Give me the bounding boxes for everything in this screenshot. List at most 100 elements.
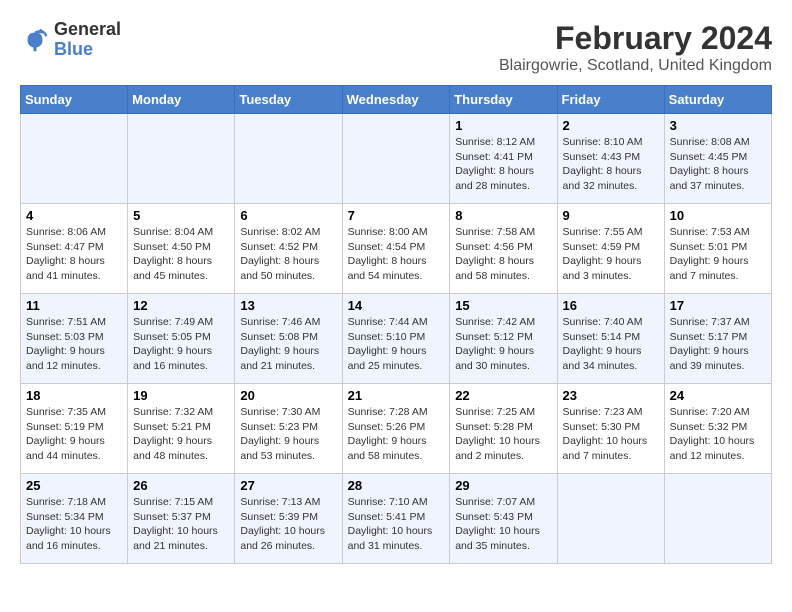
day-detail: Sunrise: 7:51 AM Sunset: 5:03 PM Dayligh…: [26, 315, 122, 374]
day-number: 16: [563, 298, 659, 313]
day-detail: Sunrise: 7:23 AM Sunset: 5:30 PM Dayligh…: [563, 405, 659, 464]
day-detail: Sunrise: 7:32 AM Sunset: 5:21 PM Dayligh…: [133, 405, 229, 464]
header-day-saturday: Saturday: [664, 86, 771, 114]
calendar-cell: 26 Sunrise: 7:15 AM Sunset: 5:37 PM Dayli…: [128, 474, 235, 564]
logo-line1: General: [54, 20, 121, 40]
calendar-cell: 19 Sunrise: 7:32 AM Sunset: 5:21 PM Dayli…: [128, 384, 235, 474]
header-day-sunday: Sunday: [21, 86, 128, 114]
calendar-cell: 21 Sunrise: 7:28 AM Sunset: 5:26 PM Dayli…: [342, 384, 450, 474]
day-detail: Sunrise: 7:37 AM Sunset: 5:17 PM Dayligh…: [670, 315, 766, 374]
header-day-wednesday: Wednesday: [342, 86, 450, 114]
calendar-cell: 14Sunrise: 7:44 AM Sunset: 5:10 PM Dayli…: [342, 294, 450, 384]
calendar-cell: 10Sunrise: 7:53 AM Sunset: 5:01 PM Dayli…: [664, 204, 771, 294]
calendar-cell: 13 Sunrise: 7:46 AM Sunset: 5:08 PM Dayli…: [235, 294, 342, 384]
day-number: 12: [133, 298, 229, 313]
calendar-cell: 24 Sunrise: 7:20 AM Sunset: 5:32 PM Dayli…: [664, 384, 771, 474]
calendar-cell: 1 Sunrise: 8:12 AM Sunset: 4:41 PM Daylig…: [450, 114, 557, 204]
week-row-5: 25 Sunrise: 7:18 AM Sunset: 5:34 PM Dayli…: [21, 474, 772, 564]
calendar-cell: [664, 474, 771, 564]
day-detail: Sunrise: 7:49 AM Sunset: 5:05 PM Dayligh…: [133, 315, 229, 374]
day-detail: Sunrise: 7:30 AM Sunset: 5:23 PM Dayligh…: [240, 405, 336, 464]
day-number: 21: [348, 388, 445, 403]
day-detail: Sunrise: 7:58 AM Sunset: 4:56 PM Dayligh…: [455, 225, 551, 284]
day-number: 1: [455, 118, 551, 133]
calendar-cell: 6 Sunrise: 8:02 AM Sunset: 4:52 PM Daylig…: [235, 204, 342, 294]
calendar-cell: 18 Sunrise: 7:35 AM Sunset: 5:19 PM Dayli…: [21, 384, 128, 474]
day-detail: Sunrise: 8:04 AM Sunset: 4:50 PM Dayligh…: [133, 225, 229, 284]
header-day-friday: Friday: [557, 86, 664, 114]
calendar-cell: 20 Sunrise: 7:30 AM Sunset: 5:23 PM Dayli…: [235, 384, 342, 474]
day-detail: Sunrise: 7:40 AM Sunset: 5:14 PM Dayligh…: [563, 315, 659, 374]
logo: General Blue: [20, 20, 121, 60]
day-number: 27: [240, 478, 336, 493]
day-number: 19: [133, 388, 229, 403]
header-day-monday: Monday: [128, 86, 235, 114]
header-day-tuesday: Tuesday: [235, 86, 342, 114]
header: General Blue February 2024 Blairgowrie, …: [20, 20, 772, 75]
day-detail: Sunrise: 7:25 AM Sunset: 5:28 PM Dayligh…: [455, 405, 551, 464]
day-detail: Sunrise: 7:28 AM Sunset: 5:26 PM Dayligh…: [348, 405, 445, 464]
day-detail: Sunrise: 8:00 AM Sunset: 4:54 PM Dayligh…: [348, 225, 445, 284]
calendar-cell: 25 Sunrise: 7:18 AM Sunset: 5:34 PM Dayli…: [21, 474, 128, 564]
day-number: 15: [455, 298, 551, 313]
calendar-cell: [342, 114, 450, 204]
day-detail: Sunrise: 7:20 AM Sunset: 5:32 PM Dayligh…: [670, 405, 766, 464]
day-number: 25: [26, 478, 122, 493]
day-detail: Sunrise: 7:13 AM Sunset: 5:39 PM Dayligh…: [240, 495, 336, 554]
day-detail: Sunrise: 7:07 AM Sunset: 5:43 PM Dayligh…: [455, 495, 551, 554]
logo-line2: Blue: [54, 40, 121, 60]
day-detail: Sunrise: 8:12 AM Sunset: 4:41 PM Dayligh…: [455, 135, 551, 194]
day-detail: Sunrise: 7:55 AM Sunset: 4:59 PM Dayligh…: [563, 225, 659, 284]
day-number: 13: [240, 298, 336, 313]
day-detail: Sunrise: 7:35 AM Sunset: 5:19 PM Dayligh…: [26, 405, 122, 464]
day-detail: Sunrise: 8:08 AM Sunset: 4:45 PM Dayligh…: [670, 135, 766, 194]
calendar-cell: 3 Sunrise: 8:08 AM Sunset: 4:45 PM Daylig…: [664, 114, 771, 204]
week-row-3: 11 Sunrise: 7:51 AM Sunset: 5:03 PM Dayli…: [21, 294, 772, 384]
calendar-cell: 28 Sunrise: 7:10 AM Sunset: 5:41 PM Dayli…: [342, 474, 450, 564]
day-number: 17: [670, 298, 766, 313]
day-number: 2: [563, 118, 659, 133]
calendar-cell: 9Sunrise: 7:55 AM Sunset: 4:59 PM Daylig…: [557, 204, 664, 294]
day-detail: Sunrise: 7:10 AM Sunset: 5:41 PM Dayligh…: [348, 495, 445, 554]
day-detail: Sunrise: 8:02 AM Sunset: 4:52 PM Dayligh…: [240, 225, 336, 284]
calendar-cell: 7Sunrise: 8:00 AM Sunset: 4:54 PM Daylig…: [342, 204, 450, 294]
day-number: 28: [348, 478, 445, 493]
day-number: 20: [240, 388, 336, 403]
day-detail: Sunrise: 7:15 AM Sunset: 5:37 PM Dayligh…: [133, 495, 229, 554]
calendar-cell: 11 Sunrise: 7:51 AM Sunset: 5:03 PM Dayli…: [21, 294, 128, 384]
day-detail: Sunrise: 7:42 AM Sunset: 5:12 PM Dayligh…: [455, 315, 551, 374]
calendar-cell: 17 Sunrise: 7:37 AM Sunset: 5:17 PM Dayli…: [664, 294, 771, 384]
calendar-cell: 15 Sunrise: 7:42 AM Sunset: 5:12 PM Dayli…: [450, 294, 557, 384]
day-number: 23: [563, 388, 659, 403]
day-detail: Sunrise: 8:06 AM Sunset: 4:47 PM Dayligh…: [26, 225, 122, 284]
day-number: 6: [240, 208, 336, 223]
day-number: 3: [670, 118, 766, 133]
calendar-cell: [557, 474, 664, 564]
calendar-cell: 4 Sunrise: 8:06 AM Sunset: 4:47 PM Daylig…: [21, 204, 128, 294]
day-number: 24: [670, 388, 766, 403]
main-title: February 2024: [499, 20, 772, 57]
day-detail: Sunrise: 7:46 AM Sunset: 5:08 PM Dayligh…: [240, 315, 336, 374]
calendar-cell: [21, 114, 128, 204]
calendar-cell: 8 Sunrise: 7:58 AM Sunset: 4:56 PM Daylig…: [450, 204, 557, 294]
calendar-cell: [235, 114, 342, 204]
header-row: SundayMondayTuesdayWednesdayThursdayFrid…: [21, 86, 772, 114]
day-number: 8: [455, 208, 551, 223]
calendar-table: SundayMondayTuesdayWednesdayThursdayFrid…: [20, 85, 772, 564]
day-number: 26: [133, 478, 229, 493]
calendar-cell: 27 Sunrise: 7:13 AM Sunset: 5:39 PM Dayli…: [235, 474, 342, 564]
day-number: 18: [26, 388, 122, 403]
day-detail: Sunrise: 7:53 AM Sunset: 5:01 PM Dayligh…: [670, 225, 766, 284]
calendar-cell: 2 Sunrise: 8:10 AM Sunset: 4:43 PM Daylig…: [557, 114, 664, 204]
calendar-cell: [128, 114, 235, 204]
week-row-2: 4 Sunrise: 8:06 AM Sunset: 4:47 PM Daylig…: [21, 204, 772, 294]
calendar-cell: 5Sunrise: 8:04 AM Sunset: 4:50 PM Daylig…: [128, 204, 235, 294]
calendar-cell: 29Sunrise: 7:07 AM Sunset: 5:43 PM Dayli…: [450, 474, 557, 564]
day-number: 4: [26, 208, 122, 223]
day-detail: Sunrise: 7:44 AM Sunset: 5:10 PM Dayligh…: [348, 315, 445, 374]
header-day-thursday: Thursday: [450, 86, 557, 114]
day-number: 11: [26, 298, 122, 313]
day-detail: Sunrise: 7:18 AM Sunset: 5:34 PM Dayligh…: [26, 495, 122, 554]
calendar-body: 1 Sunrise: 8:12 AM Sunset: 4:41 PM Daylig…: [21, 114, 772, 564]
day-detail: Sunrise: 8:10 AM Sunset: 4:43 PM Dayligh…: [563, 135, 659, 194]
